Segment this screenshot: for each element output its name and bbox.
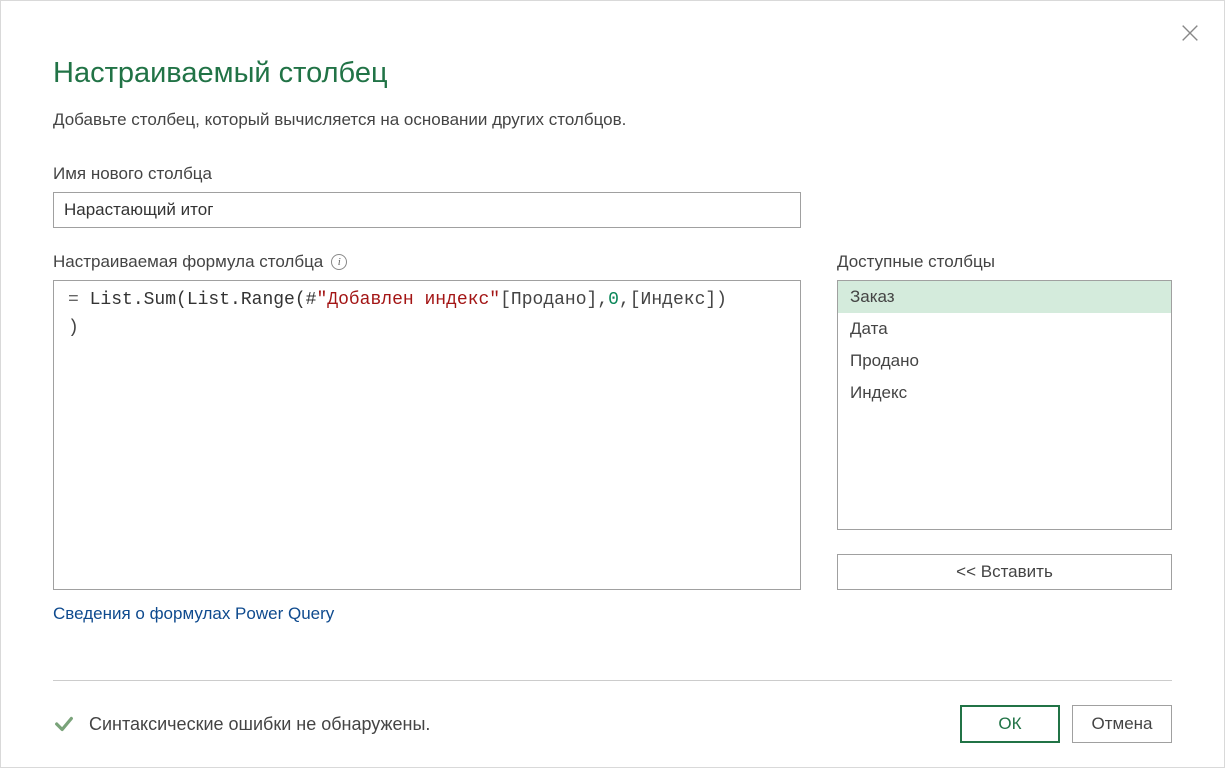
formula-label: Настраиваемая формула столбца i [53, 252, 801, 272]
dialog-title: Настраиваемый столбец [53, 57, 1172, 90]
formula-token-num: 0 [608, 290, 619, 310]
check-icon [53, 713, 75, 735]
close-button[interactable] [1178, 21, 1202, 45]
column-item[interactable]: Продано [838, 345, 1171, 377]
status-bar: Синтаксические ошибки не обнаружены. [53, 713, 430, 735]
status-text: Синтаксические ошибки не обнаружены. [89, 714, 430, 735]
ok-button[interactable]: ОК [960, 705, 1060, 743]
column-item[interactable]: Индекс [838, 377, 1171, 409]
formula-token-eq: = [68, 290, 90, 310]
column-item[interactable]: Заказ [838, 281, 1171, 313]
available-columns-section: Доступные столбцы Заказ Дата Продано Инд… [837, 252, 1172, 590]
button-row: ОК Отмена [960, 705, 1172, 743]
new-column-name-input[interactable] [53, 192, 801, 228]
content-row: Настраиваемая формула столбца i = List.S… [53, 252, 1172, 624]
cancel-button[interactable]: Отмена [1072, 705, 1172, 743]
dialog-subtitle: Добавьте столбец, который вычисляется на… [53, 110, 1172, 130]
available-columns-label: Доступные столбцы [837, 252, 1172, 272]
formula-help-link[interactable]: Сведения о формулах Power Query [53, 604, 801, 624]
column-item[interactable]: Дата [838, 313, 1171, 345]
info-icon[interactable]: i [331, 254, 347, 270]
formula-editor[interactable]: = List.Sum(List.Range(#"Добавлен индекс"… [53, 280, 801, 590]
formula-label-text: Настраиваемая формула столбца [53, 252, 323, 272]
available-columns-list[interactable]: Заказ Дата Продано Индекс [837, 280, 1172, 530]
insert-button[interactable]: << Вставить [837, 554, 1172, 590]
custom-column-dialog: Настраиваемый столбец Добавьте столбец, … [0, 0, 1225, 768]
formula-token-1: List.Sum(List.Range( [90, 290, 306, 310]
formula-column: Настраиваемая формула столбца i = List.S… [53, 252, 801, 624]
formula-token-str: "Добавлен индекс" [316, 290, 500, 310]
formula-token-2: [Продано], [500, 290, 608, 310]
new-column-name-label: Имя нового столбца [53, 164, 1172, 184]
formula-token-hash: # [306, 290, 317, 310]
close-icon [1179, 22, 1201, 44]
dialog-footer: Синтаксические ошибки не обнаружены. ОК … [53, 680, 1172, 743]
